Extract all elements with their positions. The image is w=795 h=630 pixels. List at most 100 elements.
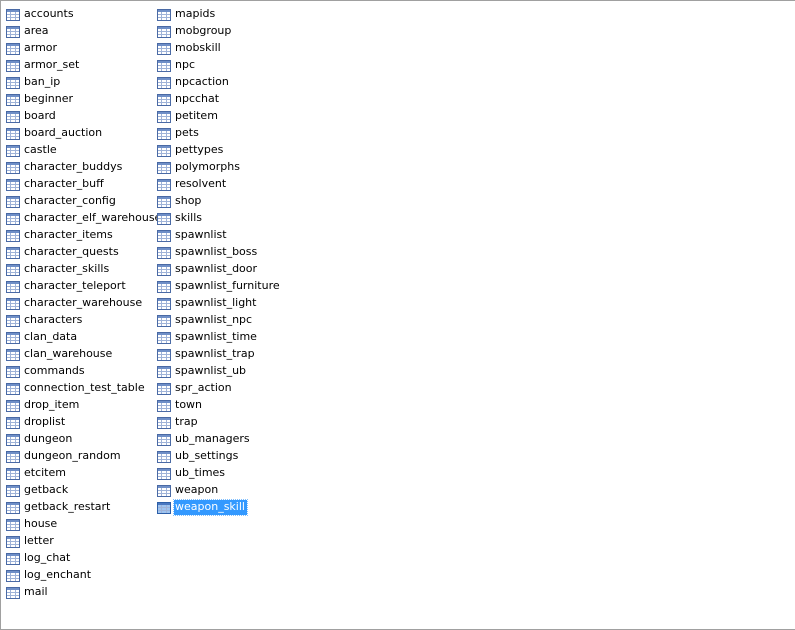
table-item[interactable]: weapon_skill	[157, 499, 282, 516]
table-item[interactable]: character_config	[6, 193, 163, 210]
table-item-label: pettypes	[175, 143, 224, 156]
table-item[interactable]: house	[6, 516, 163, 533]
table-item-label: character_teleport	[24, 279, 126, 292]
table-icon	[6, 42, 20, 55]
table-item[interactable]: character_skills	[6, 261, 163, 278]
table-item[interactable]: mapids	[157, 6, 282, 23]
table-item-label: ban_ip	[24, 75, 61, 88]
table-item[interactable]: spawnlist_npc	[157, 312, 282, 329]
table-item[interactable]: spr_action	[157, 380, 282, 397]
table-item-label: castle	[24, 143, 57, 156]
table-item[interactable]: connection_test_table	[6, 380, 163, 397]
table-item[interactable]: etcitem	[6, 465, 163, 482]
table-item[interactable]: shop	[157, 193, 282, 210]
table-item-label: character_skills	[24, 262, 110, 275]
table-icon	[6, 382, 20, 395]
table-item[interactable]: character_buff	[6, 176, 163, 193]
table-item[interactable]: ub_settings	[157, 448, 282, 465]
table-item[interactable]: spawnlist_light	[157, 295, 282, 312]
table-item[interactable]: npcchat	[157, 91, 282, 108]
table-item[interactable]: board_auction	[6, 125, 163, 142]
table-item-label: shop	[175, 194, 202, 207]
table-item-label: character_buddys	[24, 160, 123, 173]
table-item[interactable]: pets	[157, 125, 282, 142]
table-item-label: spawnlist_time	[175, 330, 257, 343]
table-item[interactable]: polymorphs	[157, 159, 282, 176]
table-icon	[157, 484, 171, 497]
table-item[interactable]: getback	[6, 482, 163, 499]
table-item[interactable]: spawnlist	[157, 227, 282, 244]
table-item[interactable]: armor	[6, 40, 163, 57]
table-item[interactable]: pettypes	[157, 142, 282, 159]
table-item[interactable]: resolvent	[157, 176, 282, 193]
table-icon	[6, 365, 20, 378]
table-item[interactable]: characters	[6, 312, 163, 329]
table-item[interactable]: npc	[157, 57, 282, 74]
table-item[interactable]: beginner	[6, 91, 163, 108]
table-item[interactable]: trap	[157, 414, 282, 431]
table-icon	[6, 467, 20, 480]
table-item[interactable]: character_teleport	[6, 278, 163, 295]
table-item[interactable]: log_enchant	[6, 567, 163, 584]
table-list-view[interactable]: accounts area armor armor_set ban_ip beginner…	[0, 0, 795, 630]
table-item[interactable]: accounts	[6, 6, 163, 23]
table-item[interactable]: log_chat	[6, 550, 163, 567]
table-icon	[157, 348, 171, 361]
table-item[interactable]: weapon	[157, 482, 282, 499]
table-item[interactable]: drop_item	[6, 397, 163, 414]
table-item[interactable]: area	[6, 23, 163, 40]
table-item[interactable]: spawnlist_door	[157, 261, 282, 278]
table-item[interactable]: ub_times	[157, 465, 282, 482]
table-item[interactable]: castle	[6, 142, 163, 159]
table-item-label: resolvent	[175, 177, 227, 190]
table-item-label: character_quests	[24, 245, 119, 258]
table-icon	[157, 382, 171, 395]
table-icon	[6, 229, 20, 242]
table-item-label: mail	[24, 585, 48, 598]
table-item[interactable]: npcaction	[157, 74, 282, 91]
table-item[interactable]: letter	[6, 533, 163, 550]
table-item[interactable]: town	[157, 397, 282, 414]
table-item[interactable]: spawnlist_time	[157, 329, 282, 346]
table-item[interactable]: getback_restart	[6, 499, 163, 516]
table-item[interactable]: mobskill	[157, 40, 282, 57]
table-item[interactable]: commands	[6, 363, 163, 380]
table-icon	[157, 76, 171, 89]
table-item-label: etcitem	[24, 466, 66, 479]
table-icon	[6, 59, 20, 72]
table-item[interactable]: petitem	[157, 108, 282, 125]
table-item[interactable]: spawnlist_furniture	[157, 278, 282, 295]
table-icon	[157, 331, 171, 344]
table-item-label: connection_test_table	[24, 381, 145, 394]
table-item-label: ub_times	[175, 466, 226, 479]
table-item[interactable]: character_items	[6, 227, 163, 244]
table-item[interactable]: ban_ip	[6, 74, 163, 91]
table-item[interactable]: dungeon	[6, 431, 163, 448]
table-item[interactable]: mail	[6, 584, 163, 601]
table-item[interactable]: skills	[157, 210, 282, 227]
table-icon	[157, 416, 171, 429]
table-item[interactable]: ub_managers	[157, 431, 282, 448]
table-icon	[6, 314, 20, 327]
table-icon	[6, 195, 20, 208]
table-icon	[157, 161, 171, 174]
table-item[interactable]: spawnlist_trap	[157, 346, 282, 363]
table-icon	[157, 399, 171, 412]
table-item[interactable]: board	[6, 108, 163, 125]
table-item[interactable]: spawnlist_ub	[157, 363, 282, 380]
table-item-label: spawnlist_furniture	[175, 279, 280, 292]
table-item[interactable]: character_elf_warehouse	[6, 210, 163, 227]
table-item[interactable]: droplist	[6, 414, 163, 431]
table-item[interactable]: character_warehouse	[6, 295, 163, 312]
table-item[interactable]: spawnlist_boss	[157, 244, 282, 261]
table-item[interactable]: armor_set	[6, 57, 163, 74]
table-item-label: petitem	[175, 109, 218, 122]
table-item-label: clan_warehouse	[24, 347, 113, 360]
table-item[interactable]: character_quests	[6, 244, 163, 261]
table-item[interactable]: clan_warehouse	[6, 346, 163, 363]
table-item[interactable]: mobgroup	[157, 23, 282, 40]
table-item-label: npcchat	[175, 92, 220, 105]
table-item[interactable]: clan_data	[6, 329, 163, 346]
table-item[interactable]: character_buddys	[6, 159, 163, 176]
table-item[interactable]: dungeon_random	[6, 448, 163, 465]
